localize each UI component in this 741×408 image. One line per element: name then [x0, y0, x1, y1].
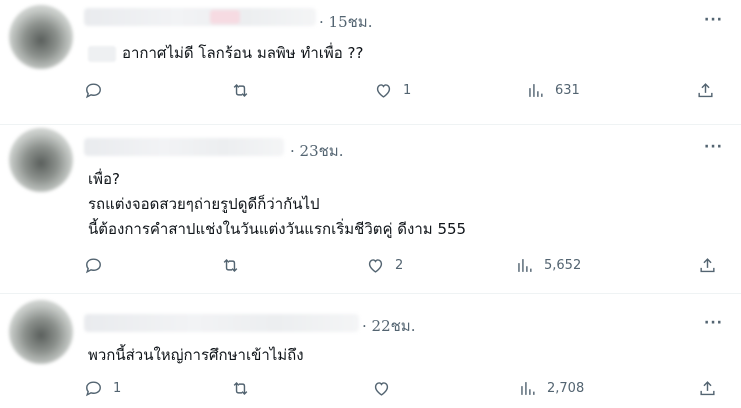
like-button[interactable]: 1	[374, 81, 411, 100]
avatar[interactable]	[9, 300, 73, 364]
more-options-icon[interactable]: ···	[704, 12, 723, 28]
mention-blurred	[88, 45, 116, 62]
like-button[interactable]	[372, 379, 401, 398]
tweet-1[interactable]: · 15ชม. ··· อากาศไม่ดี โลกร้อน มลพิษ ทำเ…	[0, 0, 741, 118]
share-button[interactable]	[698, 379, 717, 398]
analytics-icon	[521, 382, 535, 395]
like-button[interactable]: 2	[366, 256, 403, 275]
tweet-2[interactable]: · 23ชม. ··· เพื่อ? รถแต่งจอดสวยๆถ่ายรูปด…	[0, 125, 741, 293]
share-button[interactable]	[698, 256, 717, 275]
heart-icon	[374, 382, 389, 396]
author-name-blurred[interactable]	[84, 314, 359, 332]
reply-icon	[85, 83, 101, 99]
more-options-icon[interactable]: ···	[704, 139, 723, 155]
heart-icon	[368, 259, 383, 273]
share-icon	[698, 83, 713, 98]
heart-icon	[376, 84, 391, 98]
avatar[interactable]	[9, 5, 73, 69]
retweet-button[interactable]	[221, 256, 250, 275]
retweet-icon	[233, 381, 248, 396]
tweet-text: อากาศไม่ดี โลกร้อน มลพิษ ทำเพื่อ ??	[88, 41, 363, 65]
like-count: 2	[395, 258, 404, 273]
tweet-text-line: รถแต่งจอดสวยๆถ่ายรูปดูดีก็ว่ากันไป	[88, 195, 320, 213]
like-count: 1	[403, 83, 412, 98]
tweet-text-line: พวกนี้ส่วนใหญ่การศึกษาเข้าไม่ถึง	[88, 346, 304, 364]
analytics-icon	[518, 259, 532, 272]
tweet-text-line: นี้ต้องการคำสาปแช่งในวันแต่งวันแรกเริ่มช…	[88, 220, 467, 238]
retweet-button[interactable]	[231, 81, 260, 100]
analytics-icon	[529, 84, 543, 97]
share-icon	[700, 258, 715, 273]
reply-icon	[85, 258, 101, 274]
views-count: 2,708	[547, 381, 585, 396]
reply-button[interactable]	[84, 81, 113, 100]
views-button[interactable]: 2,708	[518, 379, 584, 398]
share-icon	[700, 381, 715, 396]
avatar[interactable]	[9, 128, 73, 192]
retweet-button[interactable]	[231, 379, 260, 398]
views-count: 631	[555, 83, 580, 98]
reply-button[interactable]	[84, 256, 113, 275]
tweet-timestamp[interactable]: · 22ชม.	[362, 314, 415, 338]
author-name-blurred[interactable]	[84, 8, 316, 26]
views-button[interactable]: 631	[526, 81, 580, 100]
tweet-3[interactable]: · 22ชม. ··· พวกนี้ส่วนใหญ่การศึกษาเข้าไม…	[0, 294, 741, 408]
views-count: 5,652	[544, 258, 582, 273]
more-options-icon[interactable]: ···	[704, 315, 723, 331]
reply-button[interactable]: 1	[84, 379, 121, 398]
views-button[interactable]: 5,652	[515, 256, 581, 275]
author-name-blurred[interactable]	[84, 138, 284, 156]
retweet-icon	[233, 83, 248, 98]
retweet-icon	[223, 258, 238, 273]
reply-count: 1	[113, 381, 122, 396]
tweet-text-line: เพื่อ?	[88, 170, 120, 188]
share-button[interactable]	[696, 81, 715, 100]
tweet-timestamp[interactable]: · 23ชม.	[290, 139, 343, 163]
reply-icon	[85, 381, 101, 397]
tweet-text-line: อากาศไม่ดี โลกร้อน มลพิษ ทำเพื่อ ??	[122, 44, 364, 62]
tweet-timestamp[interactable]: · 15ชม.	[319, 10, 372, 34]
